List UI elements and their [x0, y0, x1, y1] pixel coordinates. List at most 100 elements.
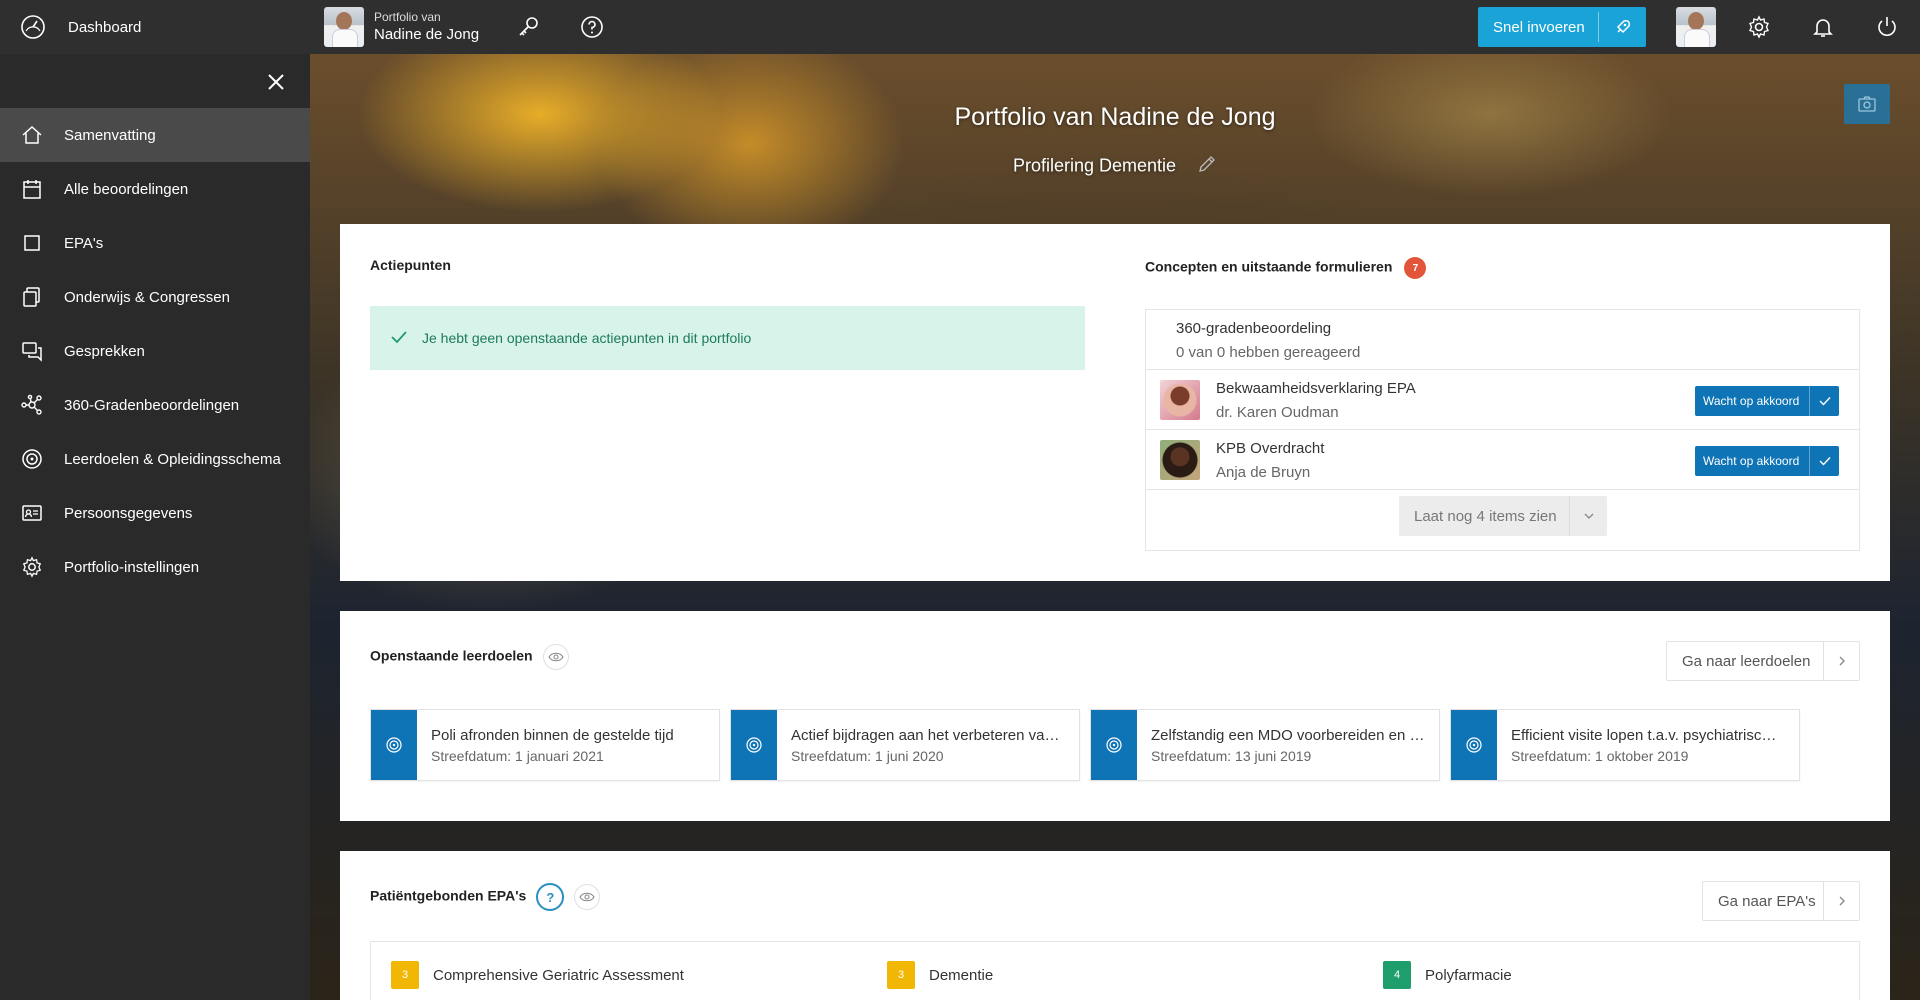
leerdoel-date: Streefdatum: 1 oktober 2019 [1511, 748, 1689, 764]
list-item-title: KPB Overdracht [1216, 440, 1325, 457]
chat-icon [20, 339, 44, 363]
epas-title-text: Patiëntgebonden EPA's [370, 887, 527, 904]
dashboard-link[interactable]: Dashboard [0, 0, 310, 54]
user-avatar[interactable] [1676, 7, 1716, 47]
epa-level-badge: 4 [1383, 961, 1411, 989]
chevron-down-icon [1569, 496, 1607, 536]
leerdoel-card[interactable]: Poli afronden binnen de gestelde tijd Str… [370, 709, 720, 781]
concepten-title: Concepten en uitstaande formulieren 7 [1145, 257, 1427, 279]
leerdoelen-card: Openstaande leerdoelen Ga naar leerdoele… [340, 611, 1890, 821]
check-icon [1809, 386, 1839, 416]
rocket-icon [1598, 12, 1632, 42]
sidebar-item-alle-beoordelingen[interactable]: Alle beoordelingen [0, 162, 310, 216]
status-badge[interactable]: Wacht op akkoord [1695, 386, 1839, 416]
help-icon[interactable]: ? [536, 883, 565, 911]
list-item[interactable]: 360-gradenbeoordeling 0 van 0 hebben ger… [1146, 310, 1859, 370]
list-item[interactable]: Bekwaamheidsverklaring EPA dr. Karen Oud… [1146, 370, 1859, 430]
list-item[interactable]: KPB Overdracht Anja de Bruyn Wacht op ak… [1146, 430, 1859, 490]
target-icon [731, 710, 777, 780]
check-icon [1809, 446, 1839, 476]
leerdoelen-title-text: Openstaande leerdoelen [370, 647, 533, 664]
sidebar-item-leerdoelen[interactable]: Leerdoelen & Opleidingsschema [0, 432, 310, 486]
goto-leerdoelen-button[interactable]: Ga naar leerdoelen [1666, 641, 1860, 681]
goto-leerdoelen-label: Ga naar leerdoelen [1682, 652, 1811, 670]
sidebar-item-label: 360-Gradenbeoordelingen [64, 396, 240, 414]
leerdoel-title: Zelfstandig een MDO voorbereiden en … [1151, 727, 1425, 744]
no-action-items-alert: Je hebt geen openstaande actiepunten in … [370, 306, 1085, 370]
square-icon [20, 231, 44, 255]
leerdoelen-list: Poli afronden binnen de gestelde tijd Str… [370, 709, 1810, 781]
leerdoel-date: Streefdatum: 13 juni 2019 [1151, 748, 1312, 764]
snel-invoeren-label: Snel invoeren [1493, 18, 1585, 36]
page-subtitle: Profilering Dementie [310, 154, 1920, 179]
portfolio-caption: Portfolio van [374, 9, 441, 24]
check-icon [390, 329, 408, 348]
sidebar-item-gesprekken[interactable]: Gesprekken [0, 324, 310, 378]
leerdoel-card[interactable]: Efficient visite lopen t.a.v. psychiatri… [1450, 709, 1800, 781]
target-icon [371, 710, 417, 780]
page-title: Portfolio van Nadine de Jong [954, 103, 1276, 131]
leerdoel-date: Streefdatum: 1 juni 2020 [791, 748, 944, 764]
status-label: Wacht op akkoord [1703, 454, 1800, 468]
eye-icon[interactable] [542, 644, 569, 670]
help-icon[interactable] [577, 12, 607, 42]
epa-label: Polyfarmacie [1425, 966, 1512, 984]
concepten-list: 360-gradenbeoordeling 0 van 0 hebben ger… [1145, 309, 1860, 551]
target-icon [20, 447, 44, 471]
list-item-title: Bekwaamheidsverklaring EPA [1216, 380, 1416, 397]
epas-card: Patiëntgebonden EPA's? Ga naar EPA's 3 C… [340, 851, 1890, 1000]
epa-item[interactable]: 4 Polyfarmacie [1383, 961, 1512, 989]
sidebar-item-label: Leerdoelen & Opleidingsschema [64, 450, 281, 468]
epa-item[interactable]: 3 Dementie [887, 961, 993, 989]
calendar-icon [20, 177, 44, 201]
chevron-right-icon [1823, 882, 1859, 920]
dashboard-gauge-icon [21, 15, 45, 39]
documents-icon [20, 285, 44, 309]
network-icon [20, 393, 44, 417]
id-card-icon [20, 501, 44, 525]
pencil-icon[interactable] [1197, 154, 1217, 179]
leerdoel-title: Poli afronden binnen de gestelde tijd [431, 727, 674, 744]
status-badge[interactable]: Wacht op akkoord [1695, 446, 1839, 476]
list-item-title: 360-gradenbeoordeling [1176, 320, 1332, 337]
avatar [1160, 440, 1200, 480]
leerdoel-card[interactable]: Zelfstandig een MDO voorbereiden en … Str… [1090, 709, 1440, 781]
sidebar-item-label: Gesprekken [64, 342, 145, 360]
actiepunten-title: Actiepunten [370, 257, 451, 273]
sidebar-item-epas[interactable]: EPA's [0, 216, 310, 270]
leerdoel-card[interactable]: Actief bijdragen aan het verbeteren va… S… [730, 709, 1080, 781]
goto-epas-button[interactable]: Ga naar EPA's [1702, 881, 1860, 921]
leerdoel-title: Actief bijdragen aan het verbeteren va… [791, 727, 1060, 744]
sidebar-item-persoonsgegevens[interactable]: Persoonsgegevens [0, 486, 310, 540]
list-item-subtitle: Anja de Bruyn [1216, 464, 1311, 481]
gear-icon [20, 555, 44, 579]
concepten-count-badge: 7 [1404, 257, 1427, 279]
key-icon[interactable] [513, 12, 543, 42]
portfolio-switcher[interactable]: Portfolio van Nadine de Jong [324, 7, 479, 47]
target-icon [1091, 710, 1137, 780]
sidebar-item-label: EPA's [64, 234, 104, 252]
epa-level-badge: 3 [887, 961, 915, 989]
show-more-label: Laat nog 4 items zien [1414, 507, 1557, 525]
snel-invoeren-button[interactable]: Snel invoeren [1478, 7, 1646, 47]
list-item-subtitle: dr. Karen Oudman [1216, 404, 1339, 421]
portfolio-owner-name: Nadine de Jong [374, 25, 480, 43]
sidebar-item-360[interactable]: 360-Gradenbeoordelingen [0, 378, 310, 432]
power-icon[interactable] [1872, 12, 1902, 42]
show-more-button[interactable]: Laat nog 4 items zien [1399, 496, 1607, 536]
bell-icon[interactable] [1808, 12, 1838, 42]
gear-icon[interactable] [1744, 12, 1774, 42]
target-icon [1451, 710, 1497, 780]
epa-label: Dementie [929, 966, 994, 984]
sidebar-item-samenvatting[interactable]: Samenvatting [0, 108, 310, 162]
sidebar-item-onderwijs[interactable]: Onderwijs & Congressen [0, 270, 310, 324]
epa-item[interactable]: 3 Comprehensive Geriatric Assessment [391, 961, 684, 989]
no-action-items-message: Je hebt geen openstaande actiepunten in … [422, 330, 752, 346]
eye-icon[interactable] [574, 884, 601, 910]
concepten-title-text: Concepten en uitstaande formulieren [1145, 258, 1393, 275]
close-icon[interactable] [264, 70, 288, 94]
chevron-right-icon [1823, 642, 1859, 680]
sidebar-item-label: Onderwijs & Congressen [64, 288, 230, 306]
sidebar-item-portfolio-instellingen[interactable]: Portfolio-instellingen [0, 540, 310, 594]
top-bar: Dashboard Portfolio van Nadine de Jong S… [0, 0, 1920, 54]
